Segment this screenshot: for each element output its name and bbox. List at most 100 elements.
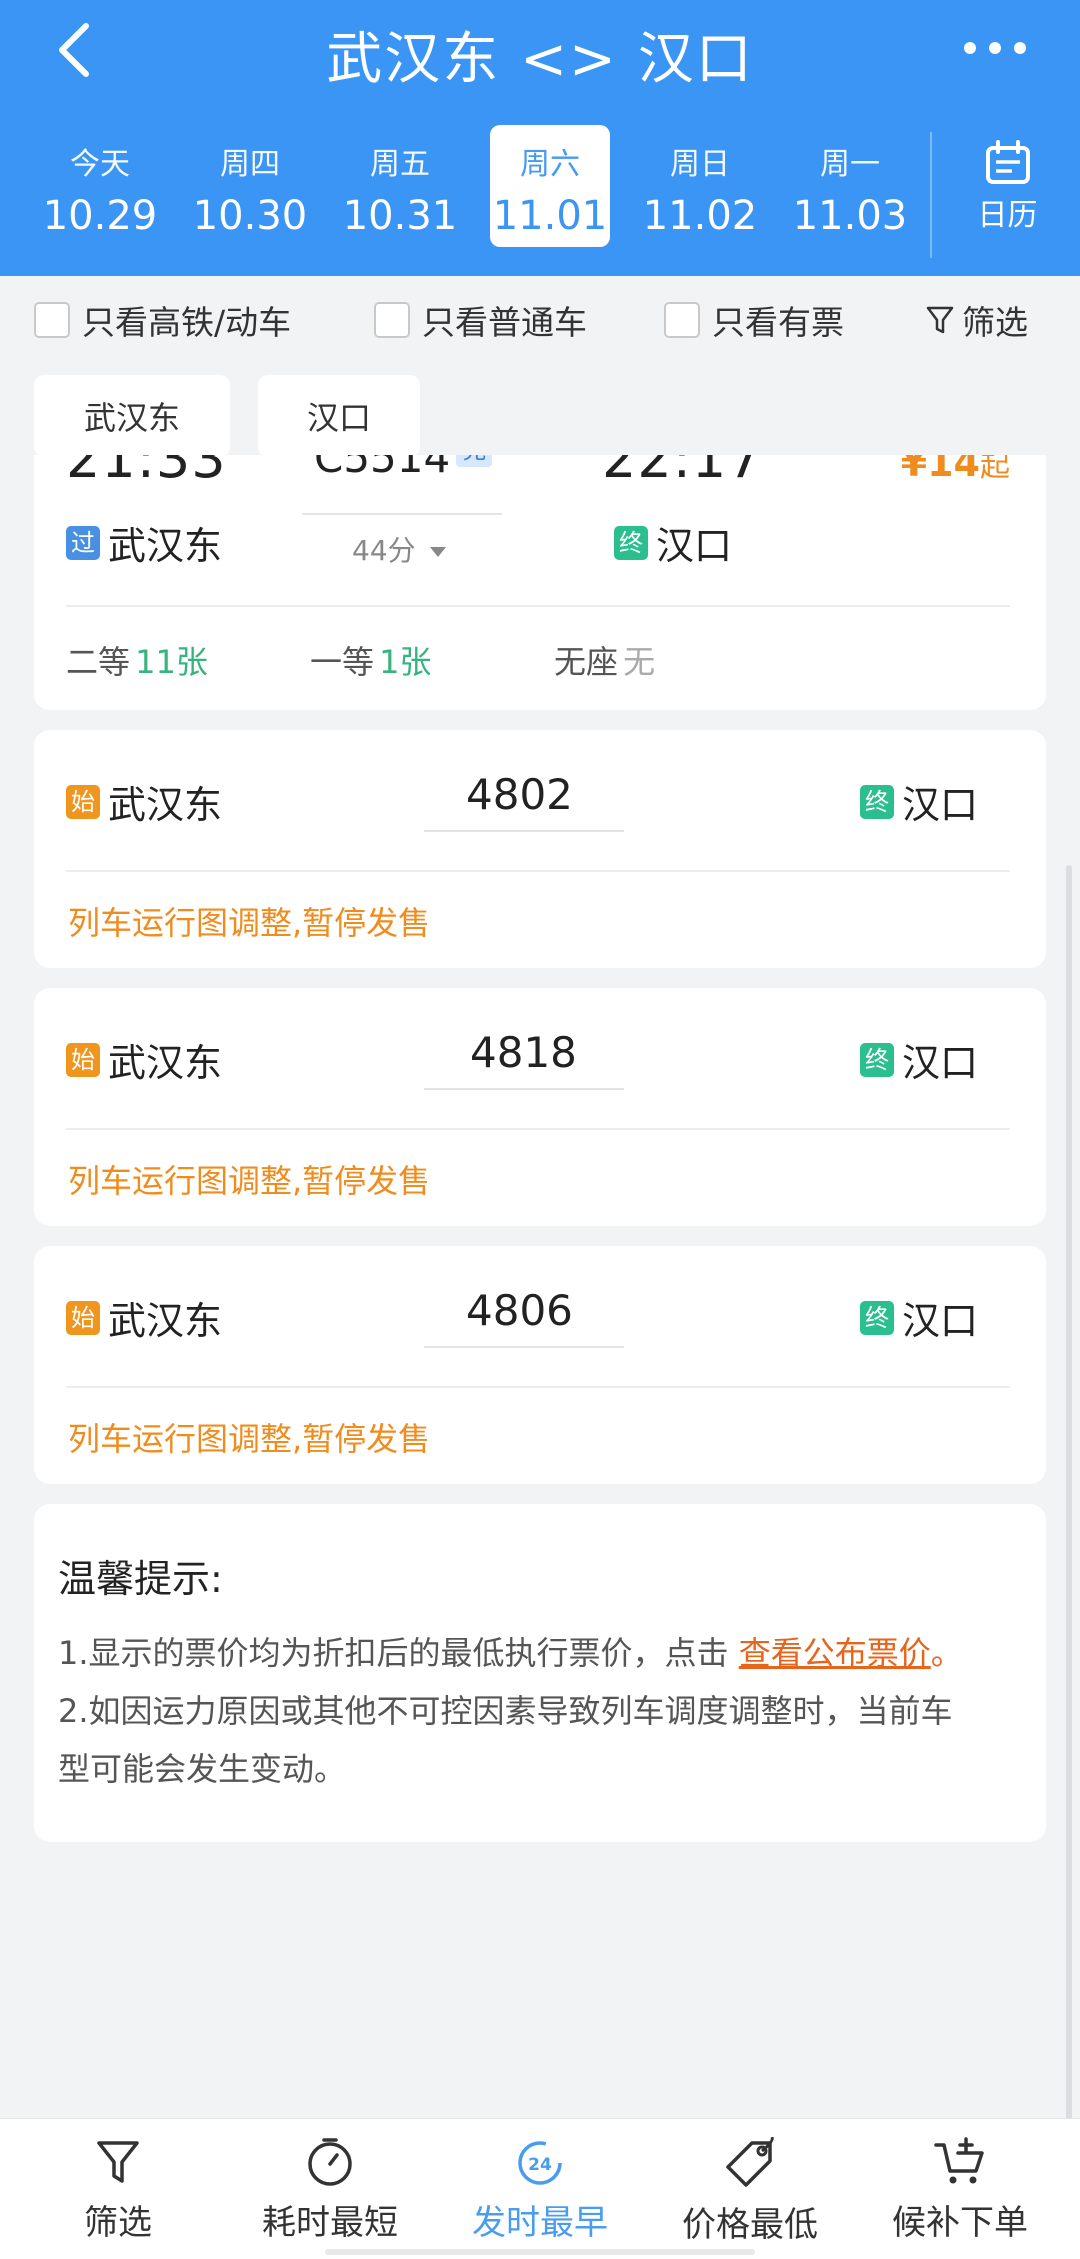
seat-label: 一等 <box>310 643 375 681</box>
end-tag: 终 <box>860 1300 894 1335</box>
train-number: 4806 <box>466 1286 573 1335</box>
scrollbar-thumb[interactable] <box>1066 865 1072 2125</box>
date-value: 10.29 <box>42 193 158 239</box>
train-number-underline <box>424 1088 624 1090</box>
train-card-4802[interactable]: 始武汉东 4802 终汉口 列车运行图调整,暂停发售 <box>34 730 1046 968</box>
suspend-notice: 列车运行图调整,暂停发售 <box>68 1162 431 1200</box>
to-station: 终汉口 <box>860 1032 978 1087</box>
date-tab-thu[interactable]: 周四 10.30 <box>190 125 310 247</box>
depart-time: 21:33 <box>66 455 227 490</box>
duration-toggle[interactable]: 44分 <box>352 529 447 569</box>
train-number-underline <box>424 830 624 832</box>
train-card[interactable]: 21:33 C5514 兑 22:17 ¥14起 过武汉东 44分 终汉口 二等 … <box>34 455 1046 710</box>
bottom-label: 价格最低 <box>682 2205 818 2245</box>
date-tab-sat[interactable]: 周六 11.01 <box>490 125 610 247</box>
date-value: 11.01 <box>492 193 608 239</box>
date-tab-fri[interactable]: 周五 10.31 <box>340 125 460 247</box>
suspend-notice: 列车运行图调整,暂停发售 <box>68 904 431 942</box>
sort-lowest-price-button[interactable]: 价格最低 <box>660 2137 840 2246</box>
seat-first-class: 一等 1张 <box>310 637 431 683</box>
checkbox-label: 只看普通车 <box>422 303 587 342</box>
seat-no-seat: 无座 无 <box>554 637 655 683</box>
calendar-divider <box>930 132 932 258</box>
from-station: 过武汉东 <box>66 515 222 570</box>
filter-button[interactable]: 筛选 <box>926 296 1028 344</box>
clock-24-icon: 24 <box>518 2141 562 2185</box>
date-weekday: 周六 <box>520 147 580 182</box>
train-number: C5514 <box>314 455 451 482</box>
train-card-4806[interactable]: 始武汉东 4806 终汉口 列车运行图调整,暂停发售 <box>34 1246 1046 1484</box>
date-tab-sun[interactable]: 周日 11.02 <box>640 125 760 247</box>
tips-title: 温馨提示: <box>58 1557 223 1601</box>
date-weekday: 周日 <box>670 147 730 182</box>
station-tab-wuhandong[interactable]: 武汉东 <box>34 375 230 457</box>
caret-down-icon <box>429 547 446 557</box>
more-icon[interactable] <box>960 38 1030 58</box>
sort-shortest-button[interactable]: 耗时最短 <box>240 2137 420 2244</box>
station-tab-hankou[interactable]: 汉口 <box>258 375 420 457</box>
available-checkbox[interactable]: 只看有票 <box>664 298 844 342</box>
train-number-underline <box>302 513 502 515</box>
calendar-label: 日历 <box>977 198 1038 233</box>
seat-count: 无 <box>623 643 656 681</box>
bottom-label: 耗时最短 <box>262 2203 398 2243</box>
tips-card: 温馨提示: 1.显示的票价均为折扣后的最低执行票价，点击 查看公布票价。 2.如… <box>34 1504 1046 1842</box>
to-station-name: 汉口 <box>902 1041 979 1085</box>
bottom-label: 候补下单 <box>892 2203 1028 2243</box>
card-divider <box>66 1386 1010 1388</box>
seat-label: 二等 <box>66 643 131 681</box>
checkbox-label: 只看高铁/动车 <box>82 303 292 342</box>
seat-count: 1张 <box>379 643 432 681</box>
sort-filter-button[interactable]: 筛选 <box>28 2137 208 2244</box>
normal-train-checkbox[interactable]: 只看普通车 <box>374 298 587 342</box>
timer-icon <box>308 2138 352 2186</box>
view-published-price-link[interactable]: 查看公布票价 <box>739 1634 931 1672</box>
date-selector: 今天 10.29 周四 10.30 周五 10.31 周六 11.01 周日 1… <box>0 125 940 250</box>
checkbox-label: 只看有票 <box>712 303 844 342</box>
duration-value: 44分 <box>352 534 416 567</box>
bottom-bar: 筛选 耗时最短 24 发时最早 价格最低 候补下单 <box>0 2118 1080 2259</box>
start-tag: 始 <box>66 784 100 819</box>
start-tag: 始 <box>66 1300 100 1335</box>
home-indicator <box>325 2249 755 2255</box>
train-card-4818[interactable]: 始武汉东 4818 终汉口 列车运行图调整,暂停发售 <box>34 988 1046 1226</box>
suspend-notice: 列车运行图调整,暂停发售 <box>68 1420 431 1458</box>
seat-label: 无座 <box>554 643 619 681</box>
from-station: 始武汉东 <box>66 774 222 829</box>
to-station: 终汉口 <box>614 515 732 570</box>
high-speed-checkbox[interactable]: 只看高铁/动车 <box>34 298 291 342</box>
sort-earliest-button[interactable]: 24 发时最早 <box>450 2137 630 2244</box>
train-number: 4818 <box>470 1028 577 1077</box>
cart-plus-icon <box>934 2137 984 2184</box>
calendar-button[interactable]: 日历 <box>960 140 1055 234</box>
date-tab-today[interactable]: 今天 10.29 <box>40 125 160 247</box>
nav-bar: 武汉东 <> 汉口 <box>0 0 1080 110</box>
bottom-label: 发时最早 <box>472 2203 608 2243</box>
pass-tag: 过 <box>66 525 100 560</box>
checkbox-box <box>34 302 70 338</box>
filter-label: 筛选 <box>962 303 1028 342</box>
start-tag: 始 <box>66 1042 100 1077</box>
date-weekday: 今天 <box>70 147 130 182</box>
date-weekday: 周一 <box>820 147 880 182</box>
checkbox-box <box>664 302 700 338</box>
price-value: ¥14 <box>900 455 980 485</box>
tips-line-1-end: 。 <box>930 1634 963 1672</box>
date-weekday: 周五 <box>370 147 430 182</box>
header: 武汉东 <> 汉口 今天 10.29 周四 10.30 周五 10.31 周六 … <box>0 0 1080 276</box>
from-station-name: 武汉东 <box>108 1041 223 1085</box>
arrive-time: 22:17 <box>602 455 763 490</box>
price-tag-icon <box>726 2137 774 2187</box>
calendar-icon <box>985 140 1030 184</box>
date-tab-mon[interactable]: 周一 11.03 <box>790 125 910 247</box>
clock-24-badge: 24 <box>528 2155 552 2175</box>
to-station-name: 汉口 <box>902 783 979 827</box>
waitlist-order-button[interactable]: 候补下单 <box>870 2137 1050 2244</box>
card-divider <box>66 1128 1010 1130</box>
end-tag: 终 <box>614 525 648 560</box>
to-station-name: 汉口 <box>656 524 733 568</box>
tips-line-1-text: 1.显示的票价均为折扣后的最低执行票价，点击 <box>58 1634 739 1672</box>
to-station: 终汉口 <box>860 1290 978 1345</box>
price-suffix: 起 <box>980 455 1010 484</box>
date-value: 10.31 <box>342 193 458 239</box>
